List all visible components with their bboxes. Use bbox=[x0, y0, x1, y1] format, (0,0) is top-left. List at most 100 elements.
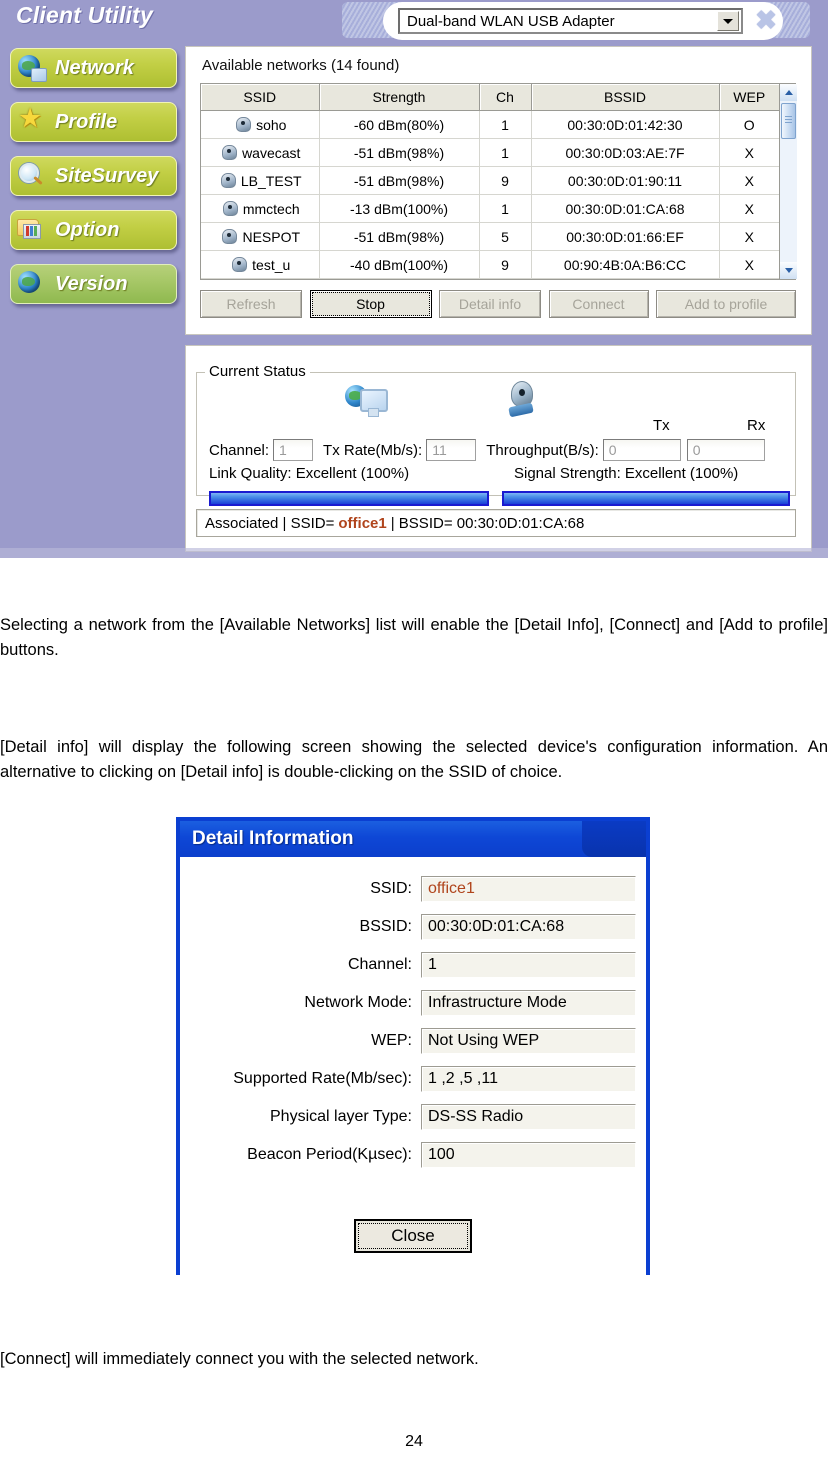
cell-bssid: 00:30:0D:01:90:11 bbox=[531, 166, 720, 195]
detail-label: SSID: bbox=[370, 880, 412, 897]
wireless-adapter-icon bbox=[507, 381, 541, 421]
table-row[interactable]: test_u -40 dBm(100%) 9 00:90:4B:0A:B6:CC… bbox=[201, 250, 779, 279]
detail-label: Channel: bbox=[347, 956, 412, 973]
cell-ch: 1 bbox=[479, 138, 532, 167]
detail-value: DS-SS Radio bbox=[421, 1104, 636, 1130]
column-header-bssid[interactable]: BSSID bbox=[531, 84, 720, 111]
cell-ssid: test_u bbox=[252, 256, 291, 273]
dialog-body: SSID: office1 BSSID: 00:30:0D:01:CA:68 C… bbox=[180, 857, 646, 1275]
cell-ch: 1 bbox=[479, 194, 532, 223]
adapter-select[interactable]: Dual-band WLAN USB Adapter bbox=[398, 8, 743, 34]
link-quality-progressbar bbox=[209, 491, 489, 506]
table-row[interactable]: LB_TEST -51 dBm(98%) 9 00:30:0D:01:90:11… bbox=[201, 166, 779, 195]
cell-ch: 9 bbox=[479, 250, 532, 279]
current-status-panel: Current Status Tx Rx Channel: 1 Tx Rate(… bbox=[185, 345, 812, 552]
network-computer-icon bbox=[345, 383, 388, 419]
wireless-node-icon bbox=[220, 172, 236, 188]
cell-strength: -51 dBm(98%) bbox=[319, 166, 480, 195]
wireless-node-icon bbox=[236, 116, 252, 132]
assoc-suffix: | BSSID= 00:30:0D:01:CA:68 bbox=[390, 514, 585, 532]
detail-value: office1 bbox=[421, 876, 636, 902]
detail-field-channel: Channel: 1 bbox=[180, 951, 646, 979]
assoc-ssid: office1 bbox=[338, 514, 387, 532]
column-header-wep[interactable]: WEP bbox=[719, 84, 779, 111]
cell-bssid: 00:30:0D:01:66:EF bbox=[531, 222, 720, 251]
cell-ssid: mmctech bbox=[242, 200, 300, 217]
scrollbar-thumb[interactable] bbox=[781, 103, 796, 139]
sidebar-item-profile[interactable]: Profile bbox=[10, 102, 177, 142]
sidebar-item-network[interactable]: Network bbox=[10, 48, 177, 88]
detail-label: Supported Rate(Mb/sec): bbox=[233, 1070, 412, 1087]
column-header-strength[interactable]: Strength bbox=[319, 84, 480, 111]
dialog-close-button[interactable]: Close bbox=[354, 1219, 472, 1253]
detail-value: Infrastructure Mode bbox=[421, 990, 636, 1016]
wireless-node-icon bbox=[222, 144, 238, 160]
table-header-row: SSID Strength Ch BSSID WEP bbox=[201, 84, 779, 111]
sidebar-item-label: SiteSurvey bbox=[55, 164, 159, 187]
cell-strength: -51 dBm(98%) bbox=[319, 138, 480, 167]
throughput-label: Throughput(B/s): bbox=[486, 441, 599, 459]
stop-button[interactable]: Stop bbox=[309, 290, 432, 318]
status-metrics-row: Channel: 1 Tx Rate(Mb/s): 11 Throughput(… bbox=[209, 439, 789, 461]
txrate-label: Tx Rate(Mb/s): bbox=[323, 441, 423, 459]
cell-wep: O bbox=[719, 110, 779, 139]
close-icon[interactable]: ✖ bbox=[752, 7, 780, 35]
table-row[interactable]: wavecast -51 dBm(98%) 1 00:30:0D:03:AE:7… bbox=[201, 138, 779, 167]
paragraph-selecting-network: Selecting a network from the [Available … bbox=[0, 616, 828, 659]
table-row[interactable]: NESPOT -51 dBm(98%) 5 00:30:0D:01:66:EF … bbox=[201, 222, 779, 251]
available-networks-caption: Available networks (14 found) bbox=[202, 57, 400, 74]
connect-button[interactable]: Connect bbox=[548, 290, 649, 318]
sidebar-item-label: Option bbox=[55, 218, 120, 241]
signal-strength-progressbar bbox=[502, 491, 790, 506]
detail-value: 1 bbox=[421, 952, 636, 978]
detail-value: Not Using WEP bbox=[421, 1028, 636, 1054]
sidebar-item-version[interactable]: Version bbox=[10, 264, 177, 304]
sidebar-item-sitesurvey[interactable]: SiteSurvey bbox=[10, 156, 177, 196]
dialog-titlebar: Detail Information bbox=[180, 821, 646, 857]
detail-field-ssid: SSID: office1 bbox=[180, 875, 646, 903]
cell-ch: 9 bbox=[479, 166, 532, 195]
adapter-select-value: Dual-band WLAN USB Adapter bbox=[407, 12, 615, 30]
sidebar-item-option[interactable]: Option bbox=[10, 210, 177, 250]
add-to-profile-button[interactable]: Add to profile bbox=[656, 290, 796, 318]
scrollbar-track[interactable] bbox=[780, 139, 797, 262]
column-header-ch[interactable]: Ch bbox=[479, 84, 532, 111]
detail-value: 100 bbox=[421, 1142, 636, 1168]
folder-books-icon bbox=[17, 215, 47, 245]
detail-label: WEP: bbox=[371, 1032, 412, 1049]
cell-wep: X bbox=[719, 166, 779, 195]
detail-info-button[interactable]: Detail info bbox=[439, 290, 541, 318]
networks-scrollbar[interactable] bbox=[779, 84, 797, 279]
cell-wep: X bbox=[719, 250, 779, 279]
column-header-ssid[interactable]: SSID bbox=[201, 84, 320, 111]
cell-strength: -13 dBm(100%) bbox=[319, 194, 480, 223]
table-row[interactable]: soho -60 dBm(80%) 1 00:30:0D:01:42:30 O bbox=[201, 110, 779, 139]
current-status-legend: Current Status bbox=[205, 363, 310, 380]
cell-bssid: 00:90:4B:0A:B6:CC bbox=[531, 250, 720, 279]
cell-ssid: NESPOT bbox=[242, 228, 301, 245]
dialog-title: Detail Information bbox=[192, 828, 354, 849]
cell-bssid: 00:30:0D:03:AE:7F bbox=[531, 138, 720, 167]
scroll-up-icon[interactable] bbox=[780, 84, 797, 101]
magnifier-icon bbox=[17, 161, 47, 191]
cell-wep: X bbox=[719, 194, 779, 223]
page-number: 24 bbox=[405, 1433, 423, 1450]
cell-ch: 5 bbox=[479, 222, 532, 251]
txrate-value: 11 bbox=[426, 439, 477, 461]
wireless-node-icon bbox=[222, 200, 238, 216]
chevron-down-icon[interactable] bbox=[717, 11, 739, 31]
paragraph-connect: [Connect] will immediately connect you w… bbox=[0, 1350, 479, 1368]
link-quality-fill bbox=[211, 493, 487, 504]
available-networks-panel: Available networks (14 found) SSID Stren… bbox=[185, 46, 812, 335]
wireless-node-icon bbox=[232, 256, 248, 272]
detail-field-physical-layer-type: Physical layer Type: DS-SS Radio bbox=[180, 1103, 646, 1131]
refresh-button[interactable]: Refresh bbox=[200, 290, 302, 318]
stop-button-label: Stop bbox=[310, 291, 431, 317]
scroll-down-icon[interactable] bbox=[780, 262, 797, 279]
detail-field-supported-rate: Supported Rate(Mb/sec): 1 ,2 ,5 ,11 bbox=[180, 1065, 646, 1093]
cell-bssid: 00:30:0D:01:42:30 bbox=[531, 110, 720, 139]
table-row[interactable]: mmctech -13 dBm(100%) 1 00:30:0D:01:CA:6… bbox=[201, 194, 779, 223]
available-networks-table-wrap: SSID Strength Ch BSSID WEP soho -60 dBm(… bbox=[200, 83, 797, 280]
channel-label: Channel: bbox=[209, 441, 270, 459]
throughput-rx-value: 0 bbox=[686, 439, 765, 461]
